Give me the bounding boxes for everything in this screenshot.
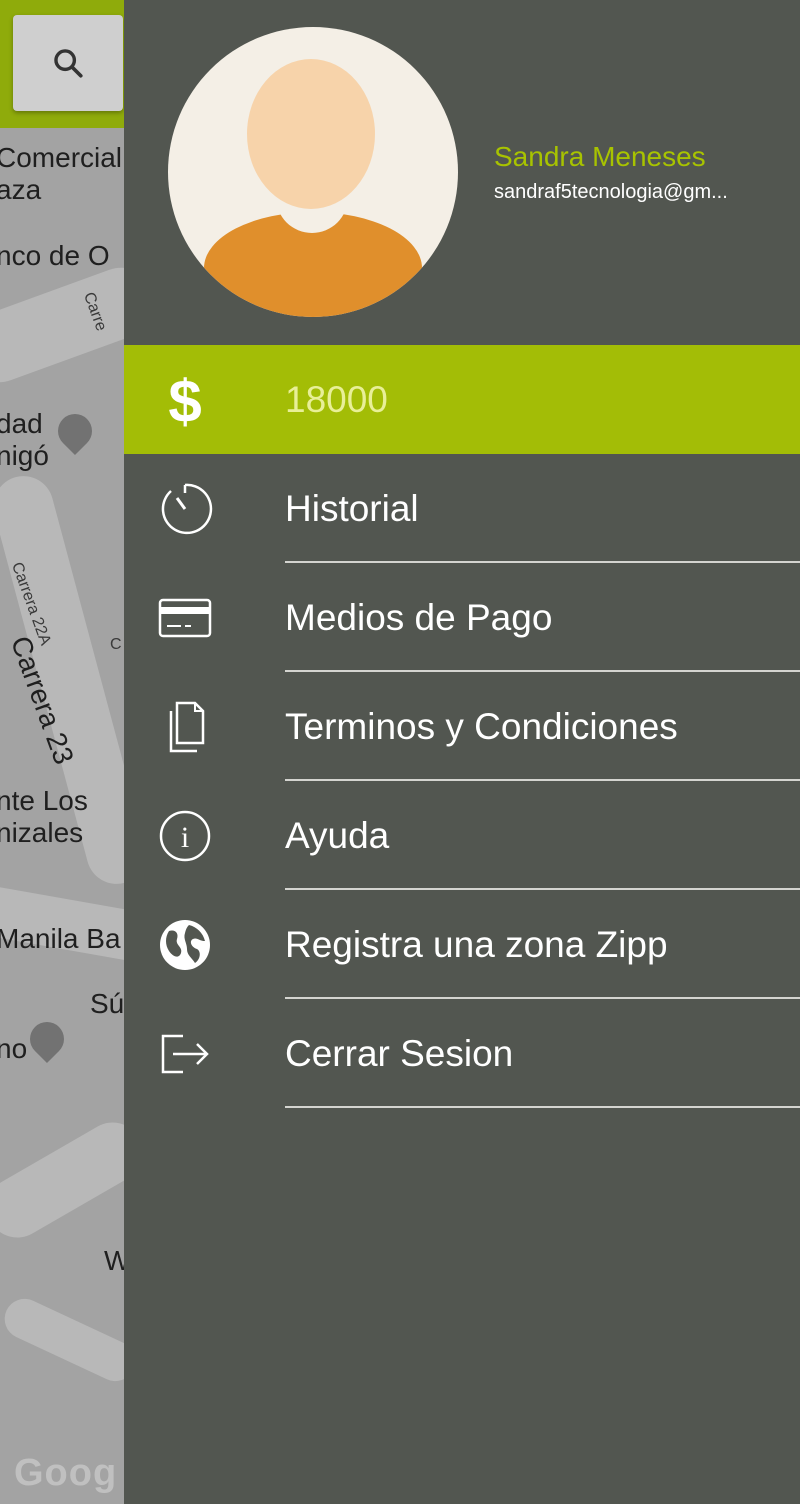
user-email: sandraf5tecnologia@gm... [494,181,728,203]
divider [285,1106,800,1108]
menu-item-historial[interactable]: Historial [124,454,800,563]
google-logo: Goog [14,1452,118,1494]
clock-icon [157,481,213,537]
avatar-head [247,59,375,209]
menu-label: Registra una zona Zipp [285,923,668,965]
map-label: aza [0,174,42,205]
menu-item-registra-zona[interactable]: Registra una zona Zipp [124,890,800,999]
documents-icon [157,699,213,755]
menu-label: Terminos y Condiciones [285,705,678,747]
search-button[interactable] [13,15,123,111]
user-name: Sandra Meneses [494,141,706,172]
map-pin-icon[interactable] [50,406,100,456]
map-label: nigó [0,440,49,471]
menu-label: Cerrar Sesion [285,1032,514,1074]
map-pin-icon[interactable] [22,1014,72,1064]
search-icon [54,49,83,78]
map-label: nco de O [0,240,110,271]
map-label: Sú [90,988,125,1019]
map-label: Comercial [0,142,123,173]
svg-text:i: i [181,821,189,854]
map-label: nte Los [0,785,88,816]
svg-text:$: $ [168,368,201,432]
menu-item-ayuda[interactable]: i Ayuda [124,781,800,890]
navigation-drawer: Sandra Meneses sandraf5tecnologia@gm... … [124,0,800,1504]
drawer-header: Sandra Meneses sandraf5tecnologia@gm... [124,0,800,345]
logout-icon [157,1026,213,1082]
drawer-menu: $ 18000 Historial Medios de Pago Termino… [124,345,800,1108]
menu-label: Ayuda [285,814,390,856]
menu-item-terminos[interactable]: Terminos y Condiciones [124,672,800,781]
map-label: dad [0,408,43,439]
info-icon: i [157,808,213,864]
map-label: nizales [0,817,84,848]
credit-card-icon [157,590,213,646]
menu-item-balance[interactable]: $ 18000 [124,345,800,454]
balance-value: 18000 [285,378,388,420]
menu-item-cerrar-sesion[interactable]: Cerrar Sesion [124,999,800,1108]
avatar[interactable] [168,27,458,317]
menu-label: Medios de Pago [285,596,553,638]
menu-item-medios-de-pago[interactable]: Medios de Pago [124,563,800,672]
map-label: no [0,1033,28,1064]
dollar-icon: $ [157,368,213,432]
globe-icon [157,917,213,973]
menu-label: Historial [285,487,419,529]
map-label: C [110,636,122,653]
map-label: Manila Ba [0,923,121,954]
